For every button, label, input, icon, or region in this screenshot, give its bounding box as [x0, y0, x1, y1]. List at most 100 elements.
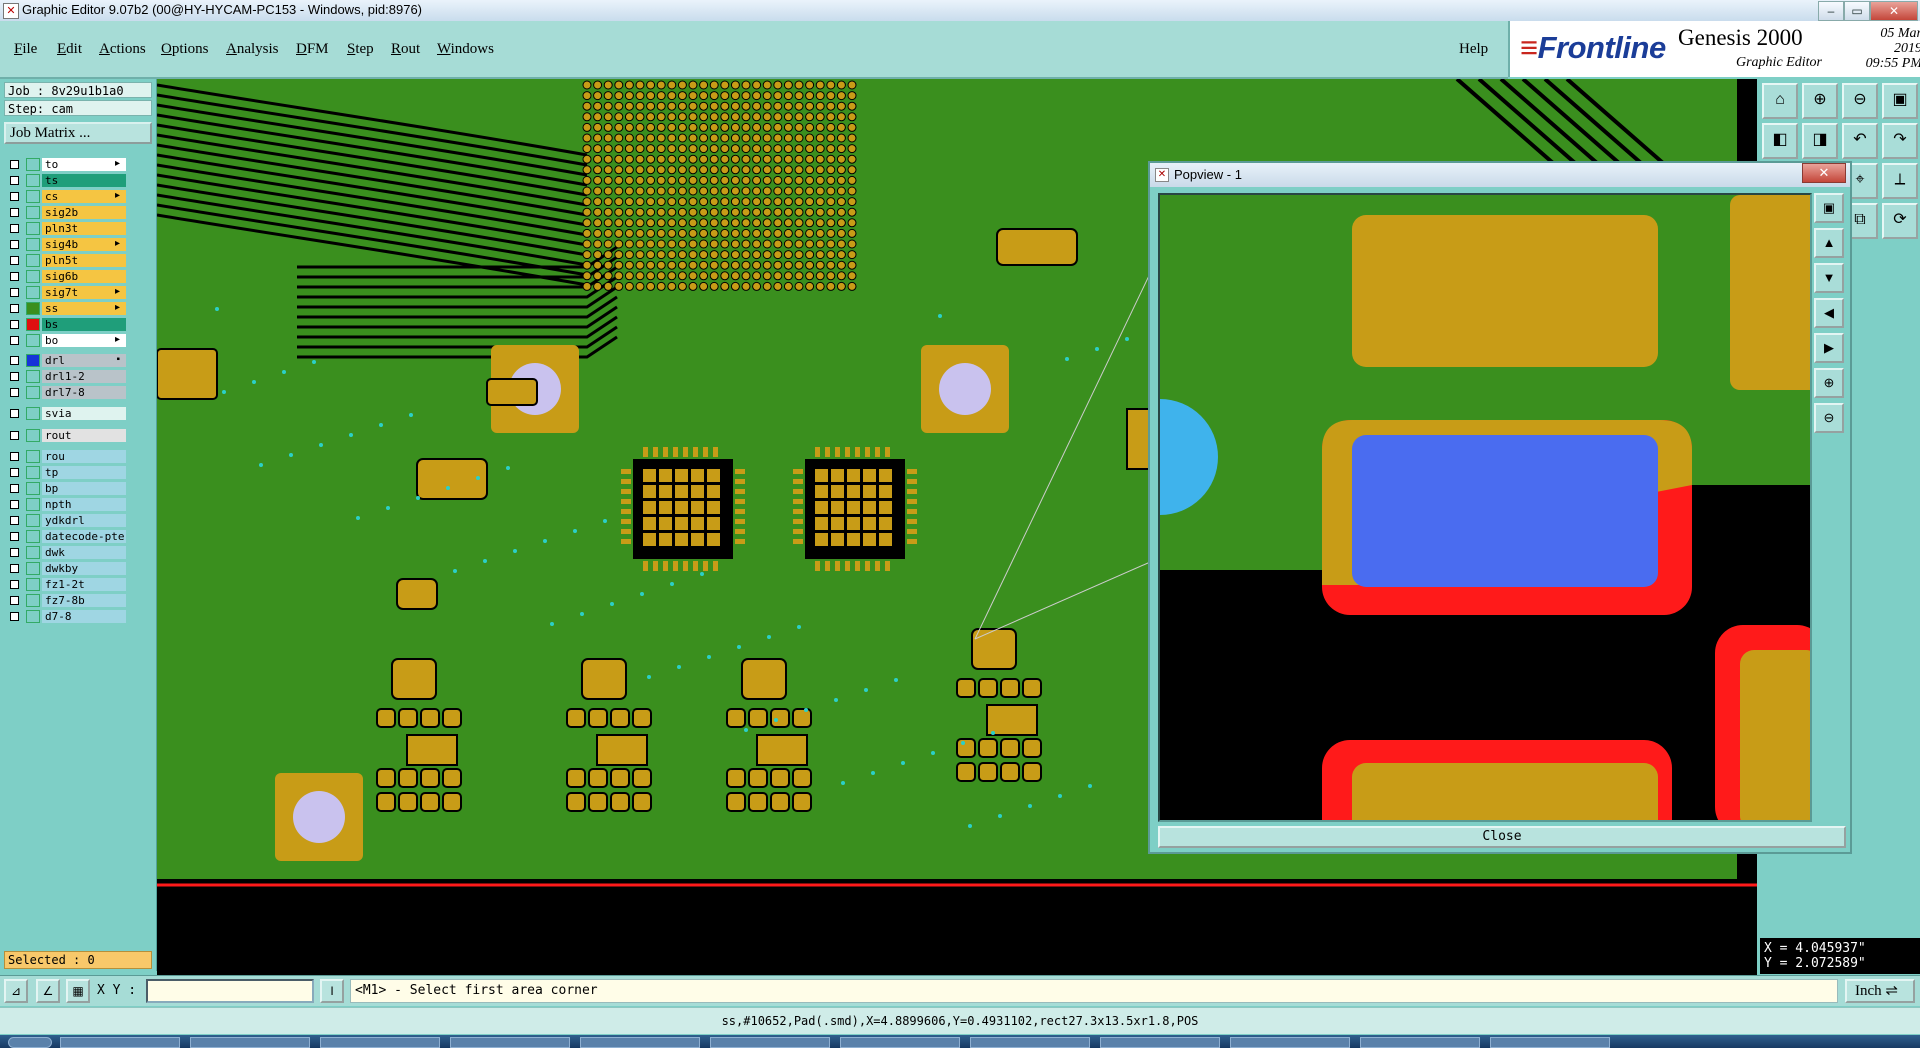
menu-analysis[interactable]: Analysis	[226, 41, 279, 58]
layer-color-swatch[interactable]	[26, 594, 40, 607]
layer-name[interactable]: ydkdrl	[42, 514, 126, 527]
layer-color-swatch[interactable]	[26, 429, 40, 442]
layer-row-fz1-2t[interactable]: fz1-2t	[4, 577, 126, 593]
menu-help[interactable]: Help	[1459, 41, 1488, 58]
layer-color-swatch[interactable]	[26, 578, 40, 591]
layer-name[interactable]: d7-8	[42, 610, 126, 623]
menu-actions[interactable]: Actions	[99, 41, 146, 58]
taskbar-item[interactable]	[970, 1037, 1090, 1048]
pop-pan-up-icon[interactable]: ▲	[1814, 228, 1844, 258]
taskbar-item[interactable]	[320, 1037, 440, 1048]
layer-checkbox-icon[interactable]	[10, 320, 19, 329]
layer-checkbox-icon[interactable]	[10, 409, 19, 418]
text-cursor-icon[interactable]: I	[320, 979, 344, 1003]
layer-checkbox-icon[interactable]	[10, 240, 19, 249]
close-icon[interactable]: ✕	[1870, 1, 1918, 21]
layer-color-swatch[interactable]	[26, 206, 40, 219]
taskbar-item[interactable]	[1230, 1037, 1350, 1048]
layer-row-ts[interactable]: ts	[4, 173, 126, 189]
menu-edit[interactable]: Edit	[57, 41, 82, 58]
taskbar-item[interactable]	[1360, 1037, 1480, 1048]
layer-checkbox-icon[interactable]	[10, 372, 19, 381]
layer-color-swatch[interactable]	[26, 334, 40, 347]
popview-canvas[interactable]	[1158, 193, 1812, 822]
layer-name[interactable]: sig2b	[42, 206, 126, 219]
menu-step[interactable]: Step	[347, 41, 374, 58]
snap-mode-icon[interactable]: ⊿	[4, 979, 28, 1003]
layer-name[interactable]: ts	[42, 174, 126, 187]
start-button[interactable]	[8, 1037, 52, 1048]
pop-pan-left-icon[interactable]: ◀	[1814, 298, 1844, 328]
layer-name[interactable]: dwk	[42, 546, 126, 559]
layer-color-swatch[interactable]	[26, 370, 40, 383]
layer-name[interactable]: drl	[42, 354, 126, 367]
taskbar-item[interactable]	[190, 1037, 310, 1048]
taskbar-item[interactable]	[1100, 1037, 1220, 1048]
layer-color-swatch[interactable]	[26, 302, 40, 315]
layer-name[interactable]: sig4b	[42, 238, 126, 251]
layer-name[interactable]: bp	[42, 482, 126, 495]
layer-checkbox-icon[interactable]	[10, 208, 19, 217]
layer-row-ydkdrl[interactable]: ydkdrl	[4, 513, 126, 529]
layer-row-bo[interactable]: bo ▸	[4, 333, 126, 349]
layer-row-pln3t[interactable]: pln3t	[4, 221, 126, 237]
taskbar-item[interactable]	[840, 1037, 960, 1048]
layer-color-swatch[interactable]	[26, 530, 40, 543]
layer-name[interactable]: drl7-8	[42, 386, 126, 399]
layer-checkbox-icon[interactable]	[10, 431, 19, 440]
layer-checkbox-icon[interactable]	[10, 224, 19, 233]
layer-checkbox-icon[interactable]	[10, 564, 19, 573]
layer-name[interactable]: bs	[42, 318, 126, 331]
layer-checkbox-icon[interactable]	[10, 596, 19, 605]
layer-row-cs[interactable]: cs ▸	[4, 189, 126, 205]
layer-name[interactable]: rout	[42, 429, 126, 442]
menu-rout[interactable]: Rout	[391, 41, 420, 58]
layer-name[interactable]: ss	[42, 302, 126, 315]
layer-checkbox-icon[interactable]	[10, 532, 19, 541]
layer-checkbox-icon[interactable]	[10, 548, 19, 557]
layer-name[interactable]: drl1-2	[42, 370, 126, 383]
layer-checkbox-icon[interactable]	[10, 336, 19, 345]
pop-zoom-fit-icon[interactable]: ▣	[1814, 193, 1844, 223]
layer-row-drl1-2[interactable]: drl1-2	[4, 369, 126, 385]
layer-row-drl7-8[interactable]: drl7-8	[4, 385, 126, 401]
layer-row-sig7t[interactable]: sig7t ▸	[4, 285, 126, 301]
layer-row-bp[interactable]: bp	[4, 481, 126, 497]
layer-color-swatch[interactable]	[26, 498, 40, 511]
layer-name[interactable]: pln3t	[42, 222, 126, 235]
layer-row-d7-8[interactable]: d7-8	[4, 609, 126, 625]
layer-checkbox-icon[interactable]	[10, 356, 19, 365]
layer-color-swatch[interactable]	[26, 254, 40, 267]
layer-name[interactable]: dwkby	[42, 562, 126, 575]
units-selector[interactable]: Inch ⇌	[1845, 979, 1915, 1003]
layer-checkbox-icon[interactable]	[10, 256, 19, 265]
layer-row-dwk[interactable]: dwk	[4, 545, 126, 561]
taskbar-item[interactable]	[60, 1037, 180, 1048]
layer-color-swatch[interactable]	[26, 238, 40, 251]
taskbar-item[interactable]	[1490, 1037, 1610, 1048]
popview-title-bar[interactable]: ✕ Popview - 1	[1150, 163, 1850, 187]
layer-checkbox-icon[interactable]	[10, 176, 19, 185]
layer-color-swatch[interactable]	[26, 562, 40, 575]
layer-checkbox-icon[interactable]	[10, 452, 19, 461]
layer-checkbox-icon[interactable]	[10, 468, 19, 477]
pop-zoom-in-icon[interactable]: ⊕	[1814, 368, 1844, 398]
layer-row-pln5t[interactable]: pln5t	[4, 253, 126, 269]
layer-checkbox-icon[interactable]	[10, 288, 19, 297]
layer-row-rou[interactable]: rou	[4, 449, 126, 465]
layer-name[interactable]: tp	[42, 466, 126, 479]
menu-windows[interactable]: Windows	[437, 41, 494, 58]
pop-pan-right-icon[interactable]: ▶	[1814, 333, 1844, 363]
layer-row-rout[interactable]: rout	[4, 428, 126, 444]
layer-color-swatch[interactable]	[26, 514, 40, 527]
layer-color-swatch[interactable]	[26, 174, 40, 187]
layer-row-svia[interactable]: svia	[4, 406, 126, 422]
layer-row-tp[interactable]: tp	[4, 465, 126, 481]
zoom-home-icon[interactable]: ⌂	[1762, 83, 1798, 119]
popview-close-button[interactable]: Close	[1158, 826, 1846, 848]
minimize-icon[interactable]: –	[1818, 1, 1844, 21]
layer-name[interactable]: datecode-pte	[42, 530, 126, 543]
layer-row-sig4b[interactable]: sig4b ▸	[4, 237, 126, 253]
layer-checkbox-icon[interactable]	[10, 580, 19, 589]
rotate-icon[interactable]: ⟳	[1882, 203, 1918, 239]
